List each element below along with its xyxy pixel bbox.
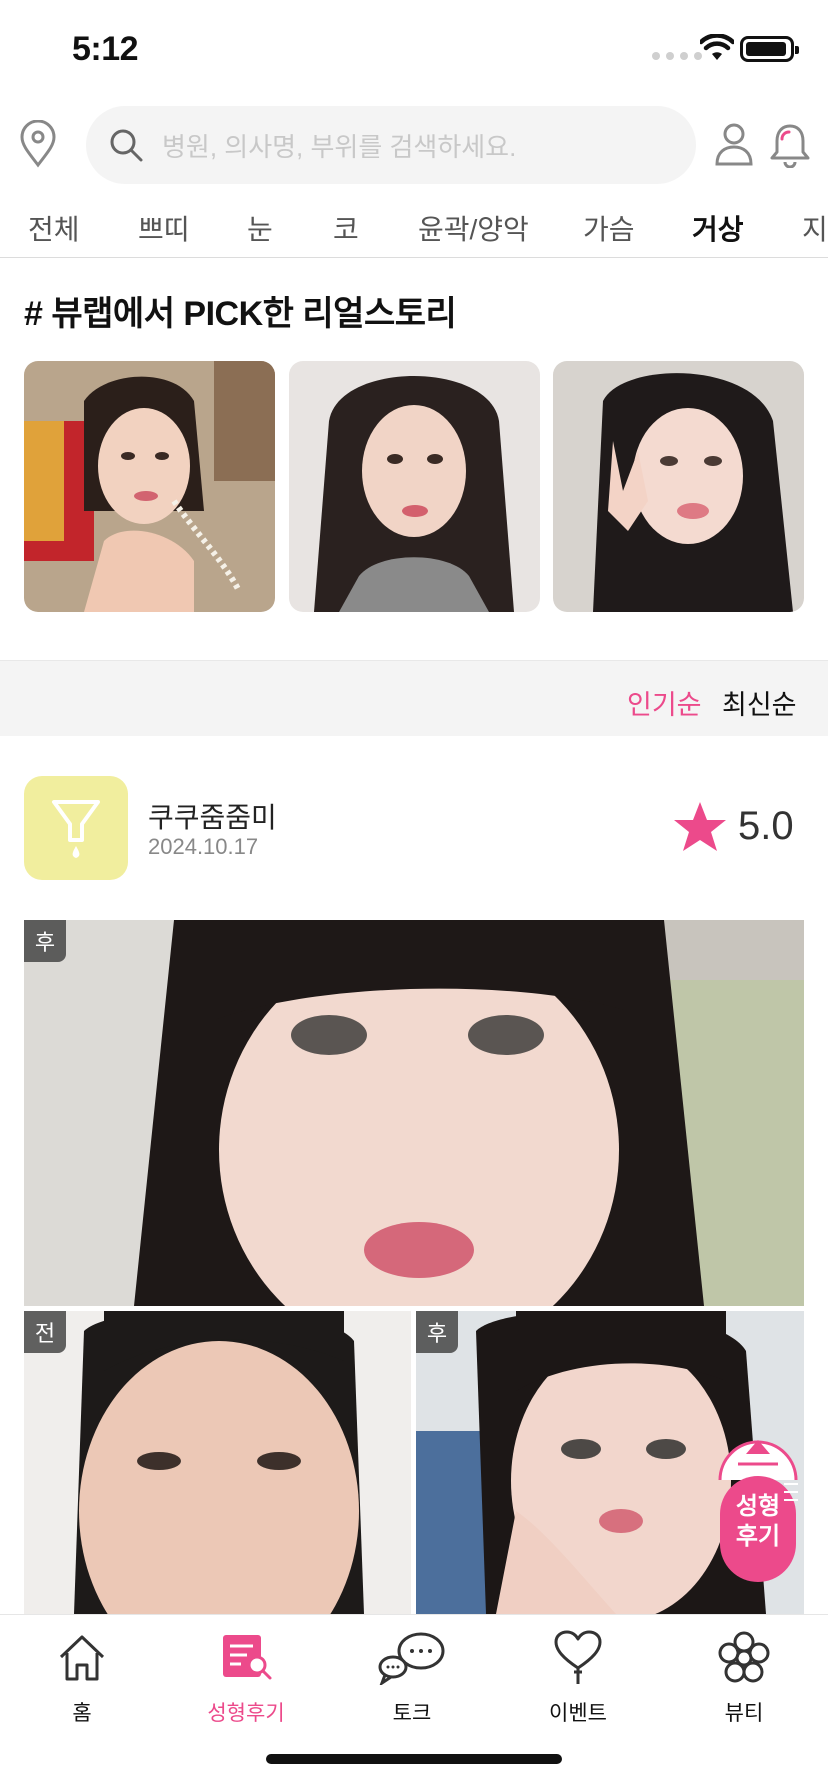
tab-contour[interactable]: 윤곽/양악 — [418, 208, 529, 248]
star-icon — [674, 802, 726, 851]
before-photo[interactable]: 전 — [24, 1311, 411, 1614]
post-date: 2024.10.17 — [148, 834, 259, 859]
after-badge: 후 — [416, 1311, 458, 1353]
flower-icon — [718, 1631, 770, 1683]
funnel-icon — [52, 800, 100, 858]
pick-story-photo[interactable] — [289, 361, 540, 612]
post-main-photo[interactable]: 후 — [24, 920, 804, 1306]
nav-event[interactable]: 이벤트 — [518, 1629, 638, 1727]
nav-talk-label: 토크 — [392, 1702, 432, 1725]
battery-icon — [740, 36, 799, 62]
bottom-nav: 홈 성형후기 토크 이벤트 뷰티 — [0, 1614, 828, 1792]
write-review-line2: 후기 — [735, 1523, 781, 1550]
nav-event-label: 이벤트 — [549, 1702, 607, 1725]
search-icon — [110, 129, 143, 162]
status-time: 5:12 — [72, 30, 139, 68]
pick-story-photo[interactable] — [553, 361, 804, 612]
home-icon — [59, 1635, 105, 1681]
tab-petit[interactable]: 쁘띠 — [138, 208, 190, 248]
tab-all[interactable]: 전체 — [28, 208, 80, 248]
write-review-button[interactable]: 성형 후기 — [718, 1420, 798, 1585]
tab-breast[interactable]: 가슴 — [583, 208, 635, 248]
notification-bell-icon[interactable] — [768, 122, 812, 168]
section-title: # 뷰랩에서 PICK한 리얼스토리 — [24, 295, 457, 333]
status-bar: 5:12 — [0, 0, 828, 96]
app-screen: 5:12 병원, 의사명, 부위를 검색하세요. 전체 쁘띠 눈 코 윤곽/양악… — [0, 0, 828, 1792]
tab-lift[interactable]: 거상 — [690, 208, 746, 254]
avatar[interactable] — [24, 776, 128, 880]
heart-balloon-icon — [554, 1630, 602, 1684]
tab-nose[interactable]: 코 — [333, 208, 359, 248]
profile-icon[interactable] — [714, 122, 754, 166]
before-badge: 전 — [24, 1311, 66, 1353]
search-bar[interactable]: 병원, 의사명, 부위를 검색하세요. — [86, 106, 696, 184]
nav-reviews-label: 성형후기 — [207, 1702, 285, 1725]
write-review-line1: 성형 — [735, 1493, 781, 1520]
nav-talk[interactable]: 토크 — [352, 1629, 472, 1727]
post-username[interactable]: 쿠쿠줌줌미 — [148, 796, 277, 836]
home-indicator — [266, 1754, 562, 1764]
nav-home[interactable]: 홈 — [22, 1629, 142, 1727]
tab-eye[interactable]: 눈 — [247, 208, 273, 248]
signal-icon — [652, 52, 702, 60]
review-icon — [223, 1635, 272, 1680]
tab-fat[interactable]: 지방 — [802, 208, 828, 248]
post-rating: 5.0 — [738, 804, 794, 848]
nav-home-label: 홈 — [72, 1702, 92, 1725]
category-tabs: 전체 쁘띠 눈 코 윤곽/양악 가슴 거상 지방 — [0, 196, 828, 258]
search-placeholder: 병원, 의사명, 부위를 검색하세요. — [162, 131, 517, 162]
nav-beauty-label: 뷰티 — [724, 1702, 764, 1725]
nav-reviews[interactable]: 성형후기 — [186, 1629, 306, 1727]
nav-beauty[interactable]: 뷰티 — [684, 1629, 804, 1727]
wifi-icon — [700, 34, 734, 60]
sort-bar: 인기순 최신순 — [0, 660, 828, 736]
pick-story-photo[interactable] — [24, 361, 275, 612]
chat-icon — [378, 1632, 445, 1685]
sort-latest-button[interactable]: 최신순 — [722, 683, 797, 722]
sort-popular-button[interactable]: 인기순 — [627, 683, 702, 722]
location-pin-icon[interactable] — [18, 120, 58, 168]
after-badge: 후 — [24, 920, 66, 962]
